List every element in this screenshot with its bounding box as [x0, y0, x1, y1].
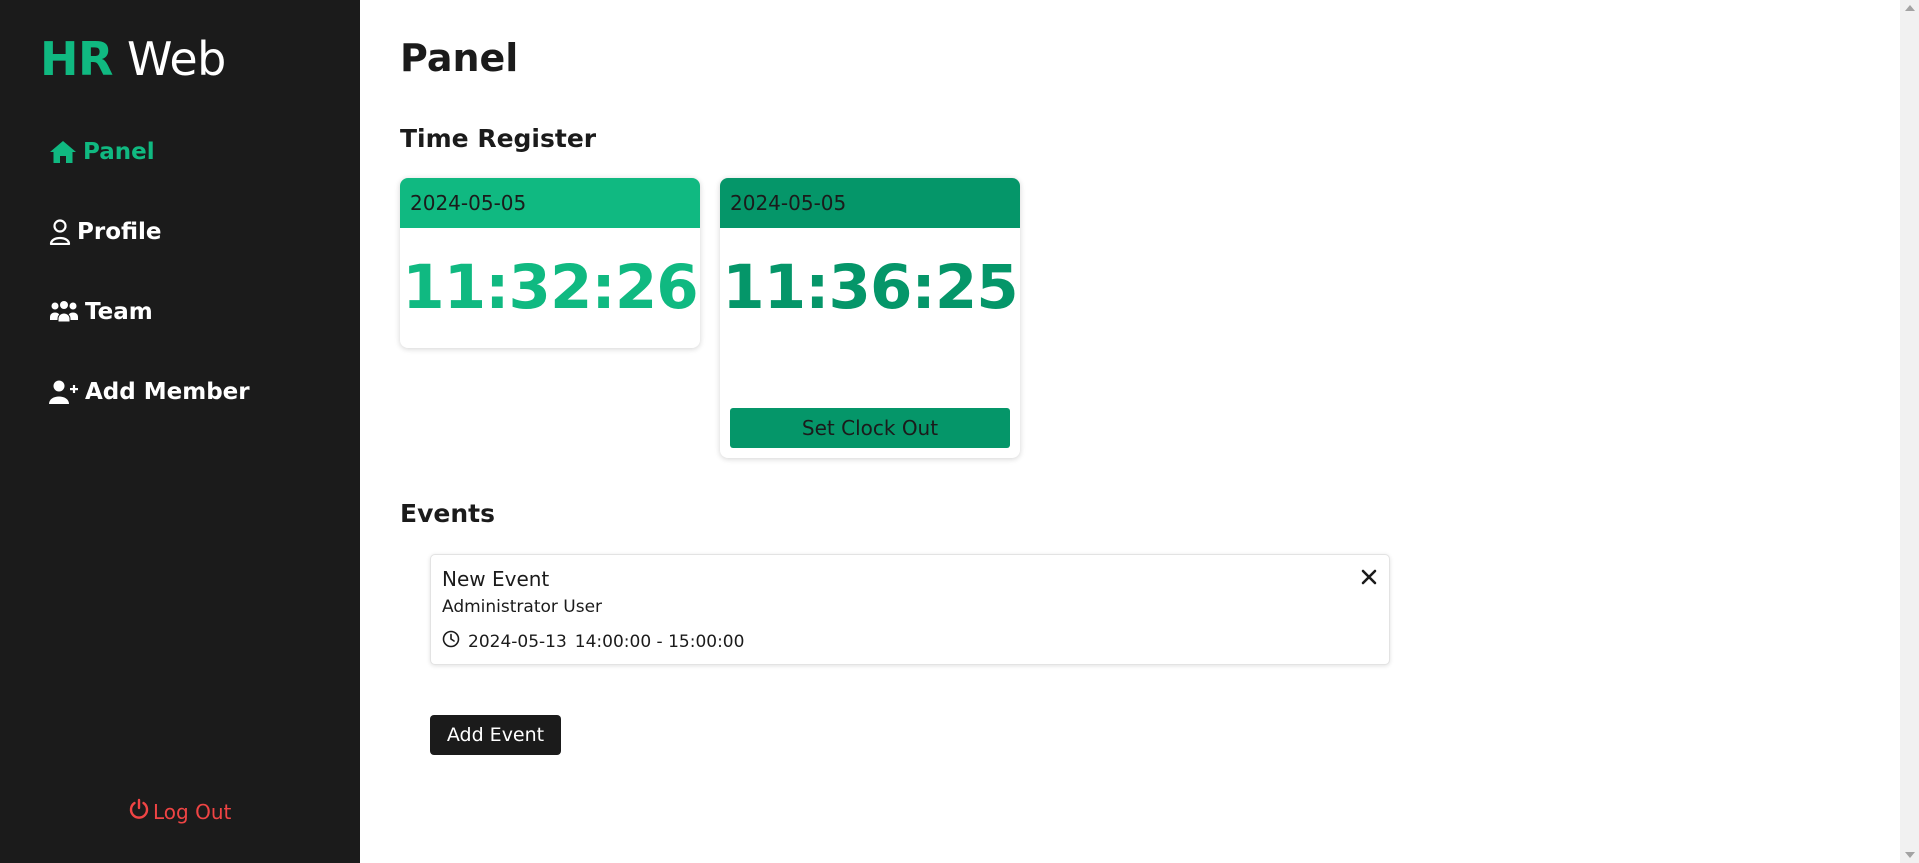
user-plus-icon [49, 379, 79, 405]
page-title: Panel [400, 36, 519, 80]
power-icon [129, 798, 149, 825]
clock-in-time: 11:32:26 [402, 252, 698, 323]
clock-out-date: 2024-05-05 [720, 178, 1020, 228]
sidebar-item-label: Team [85, 299, 153, 325]
home-icon [49, 139, 77, 165]
scroll-down-arrow[interactable] [1905, 852, 1915, 858]
event-card: New Event Administrator User 2024-05-13 … [430, 554, 1390, 665]
close-icon[interactable] [1361, 569, 1377, 589]
event-time-range: 14:00:00 - 15:00:00 [574, 631, 745, 652]
clock-in-date: 2024-05-05 [400, 178, 700, 228]
sidebar-item-label: Panel [83, 139, 155, 165]
event-title: New Event [442, 567, 550, 591]
logout-button[interactable]: Log Out [129, 798, 231, 825]
main-content: Panel Time Register 2024-05-05 11:32:26 … [360, 0, 1900, 863]
sidebar-item-label: Add Member [85, 379, 250, 405]
sidebar: HR Web Panel Profile Team Add Member Log… [0, 0, 360, 863]
clock-out-time: 11:36:25 [722, 252, 1018, 323]
set-clock-out-button[interactable]: Set Clock Out [730, 408, 1010, 448]
time-register-heading: Time Register [400, 124, 597, 153]
sidebar-item-team[interactable]: Team [49, 299, 153, 325]
add-event-button[interactable]: Add Event [430, 715, 561, 755]
clock-out-card: 2024-05-05 11:36:25 Set Clock Out [720, 178, 1020, 458]
vertical-scrollbar[interactable] [1900, 0, 1919, 863]
event-author: Administrator User [442, 597, 603, 617]
event-datetime: 2024-05-13 14:00:00 - 15:00:00 [442, 630, 744, 653]
sidebar-item-add-member[interactable]: Add Member [49, 379, 250, 405]
scroll-up-arrow[interactable] [1905, 5, 1915, 11]
events-heading: Events [400, 499, 495, 528]
app-logo[interactable]: HR Web [40, 32, 226, 86]
event-date: 2024-05-13 [468, 631, 567, 652]
sidebar-item-panel[interactable]: Panel [49, 139, 155, 165]
logo-text: Web [127, 32, 226, 86]
clock-icon [442, 630, 460, 653]
sidebar-item-profile[interactable]: Profile [49, 219, 162, 245]
clock-in-card: 2024-05-05 11:32:26 [400, 178, 700, 348]
logo-accent: HR [40, 32, 113, 86]
logout-label: Log Out [153, 799, 232, 824]
team-icon [49, 300, 79, 324]
user-icon [49, 219, 71, 245]
sidebar-item-label: Profile [77, 219, 162, 245]
